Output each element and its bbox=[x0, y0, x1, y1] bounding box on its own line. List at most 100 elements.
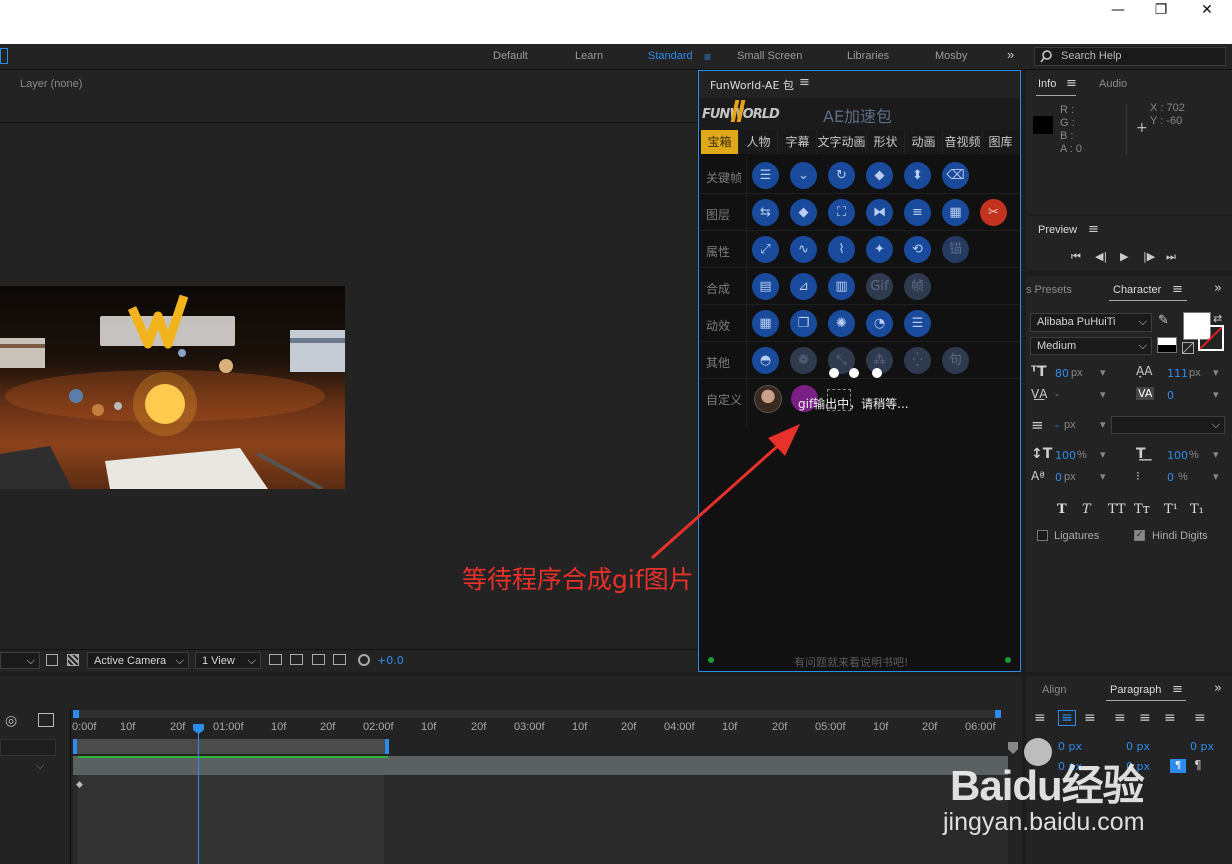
character-menu-icon[interactable]: ≡ bbox=[1172, 282, 1183, 297]
play-icon[interactable]: ▶ bbox=[1120, 250, 1128, 263]
flowchart-icon[interactable] bbox=[333, 654, 346, 665]
effects-grid-icon[interactable]: ▦ bbox=[752, 310, 779, 337]
first-frame-icon[interactable]: ⏮ bbox=[1071, 250, 1081, 264]
transparency-grid-icon[interactable] bbox=[67, 654, 79, 666]
workspace-libraries[interactable]: Libraries bbox=[847, 50, 889, 62]
faux-italic-button[interactable]: T bbox=[1082, 502, 1091, 517]
superscript-button[interactable]: T¹ bbox=[1164, 502, 1178, 517]
panel-overflow-icon[interactable]: » bbox=[1214, 681, 1222, 696]
workspace-small-screen[interactable]: Small Screen bbox=[737, 50, 802, 62]
tab-align[interactable]: Align bbox=[1042, 684, 1066, 696]
fast-previews-icon[interactable] bbox=[290, 654, 303, 665]
effects-pie-icon[interactable]: ◔ bbox=[866, 310, 893, 337]
layer-fill-icon[interactable]: ◆ bbox=[790, 199, 817, 226]
exposure-value[interactable]: +0.0 bbox=[377, 654, 404, 667]
chevron-down-icon[interactable]: ▾ bbox=[1213, 388, 1219, 401]
work-area-start-handle[interactable] bbox=[73, 710, 79, 718]
stroke-style-select[interactable]: ⌵ bbox=[1111, 416, 1225, 434]
previous-frame-icon[interactable]: ◀| bbox=[1095, 250, 1107, 263]
layer-stack-icon[interactable]: ≡ bbox=[904, 199, 931, 226]
property-anchor-icon[interactable]: 锚 bbox=[942, 236, 969, 263]
range-start-handle[interactable] bbox=[73, 739, 77, 754]
horizontal-scale-value[interactable]: 100 bbox=[1167, 449, 1188, 462]
align-center-icon[interactable]: ≡ bbox=[1058, 710, 1076, 726]
align-left-icon[interactable]: ≡ bbox=[1034, 710, 1046, 726]
workspace-mosby[interactable]: Mosby bbox=[935, 50, 967, 62]
workspace-default[interactable]: Default bbox=[493, 50, 528, 62]
keyframe-diamond-icon[interactable]: ◆ bbox=[866, 162, 893, 189]
keyframe-loop-icon[interactable]: ↻ bbox=[828, 162, 855, 189]
hindi-digits-checkbox[interactable]: ✓ bbox=[1134, 530, 1145, 541]
work-area-end-handle[interactable] bbox=[995, 710, 1001, 718]
toggle-pixel-aspect-icon[interactable] bbox=[269, 654, 282, 665]
keyframe-updown-icon[interactable]: ⬍ bbox=[904, 162, 931, 189]
tab-info[interactable]: Info bbox=[1038, 78, 1056, 90]
layer-fit-icon[interactable]: ⛶ bbox=[828, 199, 855, 226]
motion-blur-icon[interactable]: ◎ bbox=[5, 713, 17, 729]
property-wave-icon[interactable]: ∿ bbox=[790, 236, 817, 263]
property-pulse-icon[interactable]: ✦ bbox=[866, 236, 893, 263]
other-shape-icon[interactable]: ◓ bbox=[752, 347, 779, 374]
small-caps-button[interactable]: Tт bbox=[1134, 502, 1150, 517]
user-avatar[interactable] bbox=[754, 385, 782, 413]
chevron-down-icon[interactable]: ▾ bbox=[1100, 366, 1106, 379]
camera-select[interactable]: Active Camera ⌵ bbox=[87, 652, 189, 669]
baseline-shift-value[interactable]: 0 bbox=[1055, 471, 1062, 484]
tsume-value[interactable]: 0 bbox=[1167, 471, 1174, 484]
tab-presets[interactable]: s Presets bbox=[1026, 284, 1072, 296]
next-frame-icon[interactable]: |▶ bbox=[1143, 250, 1155, 263]
reset-exposure-icon[interactable] bbox=[358, 654, 370, 666]
keyframe-delete-icon[interactable]: ⌫ bbox=[942, 162, 969, 189]
keyframe-list-icon[interactable]: ☰ bbox=[752, 162, 779, 189]
layer-bar[interactable] bbox=[73, 756, 1008, 775]
indent-right-value[interactable]: 0 px bbox=[1190, 740, 1214, 753]
workspace-learn[interactable]: Learn bbox=[575, 50, 603, 62]
ltr-direction-icon[interactable]: ¶ bbox=[1170, 759, 1186, 773]
property-rotate-icon[interactable]: ⟲ bbox=[904, 236, 931, 263]
layer-parent-icon[interactable]: ⇆ bbox=[752, 199, 779, 226]
plugin-tab-subtitles[interactable]: 字幕 bbox=[779, 130, 817, 154]
search-help-input[interactable]: Search Help bbox=[1034, 47, 1226, 66]
justify-right-icon[interactable]: ≡ bbox=[1164, 710, 1176, 726]
ligatures-checkbox[interactable] bbox=[1037, 530, 1048, 541]
plugin-tab-audio-video[interactable]: 音视频 bbox=[943, 130, 983, 154]
stroke-width-value[interactable]: - bbox=[1055, 419, 1059, 432]
preview-menu-icon[interactable]: ≡ bbox=[1088, 222, 1099, 237]
minimize-button[interactable]: — bbox=[1095, 0, 1141, 22]
maximize-button[interactable]: ❐ bbox=[1138, 0, 1184, 22]
justify-center-icon[interactable]: ≡ bbox=[1139, 710, 1151, 726]
other-sentence-icon[interactable]: 句 bbox=[942, 347, 969, 374]
vertical-scale-value[interactable]: 100 bbox=[1055, 449, 1076, 462]
plugin-tab-shapes[interactable]: 形状 bbox=[867, 130, 905, 154]
tab-paragraph[interactable]: Paragraph bbox=[1110, 684, 1161, 696]
layer-grid-icon[interactable]: ▦ bbox=[942, 199, 969, 226]
workspace-standard[interactable]: Standard bbox=[648, 50, 693, 62]
effects-burst-icon[interactable]: ✺ bbox=[828, 310, 855, 337]
keyframe-diamond-icon[interactable]: ◆ bbox=[76, 780, 83, 790]
workspace-menu-icon[interactable]: ≡ bbox=[704, 50, 711, 64]
plugin-tab-text-animation[interactable]: 文字动画 bbox=[817, 130, 867, 154]
layer-cut-icon[interactable]: ✂ bbox=[980, 199, 1007, 226]
region-of-interest-icon[interactable] bbox=[46, 654, 58, 666]
last-frame-icon[interactable]: ⏭ bbox=[1166, 250, 1176, 264]
font-family-select[interactable]: Alibaba PuHuiTi ⌵ bbox=[1030, 313, 1152, 332]
plugin-tab-treasure[interactable]: 宝箱 bbox=[701, 130, 739, 154]
comp-gif-icon[interactable]: Gif bbox=[866, 273, 893, 300]
property-wiggle-icon[interactable]: ⌇ bbox=[828, 236, 855, 263]
chevron-down-icon[interactable]: ⌵ bbox=[36, 760, 44, 773]
plugin-help-link[interactable]: 有问题就来看说明书吧! bbox=[794, 654, 908, 670]
info-menu-icon[interactable]: ≡ bbox=[1066, 76, 1077, 91]
rtl-direction-icon[interactable]: ¶ bbox=[1194, 758, 1202, 772]
timeline-search-field[interactable] bbox=[0, 739, 56, 756]
plugin-tab-title[interactable]: FunWorld-AE 包 bbox=[710, 77, 794, 93]
workspaces-overflow-button[interactable]: » bbox=[1007, 47, 1014, 62]
default-colors-icon[interactable] bbox=[1157, 337, 1177, 353]
subscript-button[interactable]: T₁ bbox=[1190, 502, 1204, 517]
view-layout-select[interactable]: 1 View ⌵ bbox=[195, 652, 261, 669]
layer-mirror-icon[interactable]: ⧓ bbox=[866, 199, 893, 226]
swap-colors-icon[interactable]: ⇄ bbox=[1213, 312, 1222, 325]
timeline-icon[interactable] bbox=[312, 654, 325, 665]
chevron-down-icon[interactable]: ▾ bbox=[1100, 470, 1106, 483]
justify-all-icon[interactable]: ≡ bbox=[1194, 710, 1206, 726]
no-fill-icon[interactable] bbox=[1182, 342, 1194, 354]
